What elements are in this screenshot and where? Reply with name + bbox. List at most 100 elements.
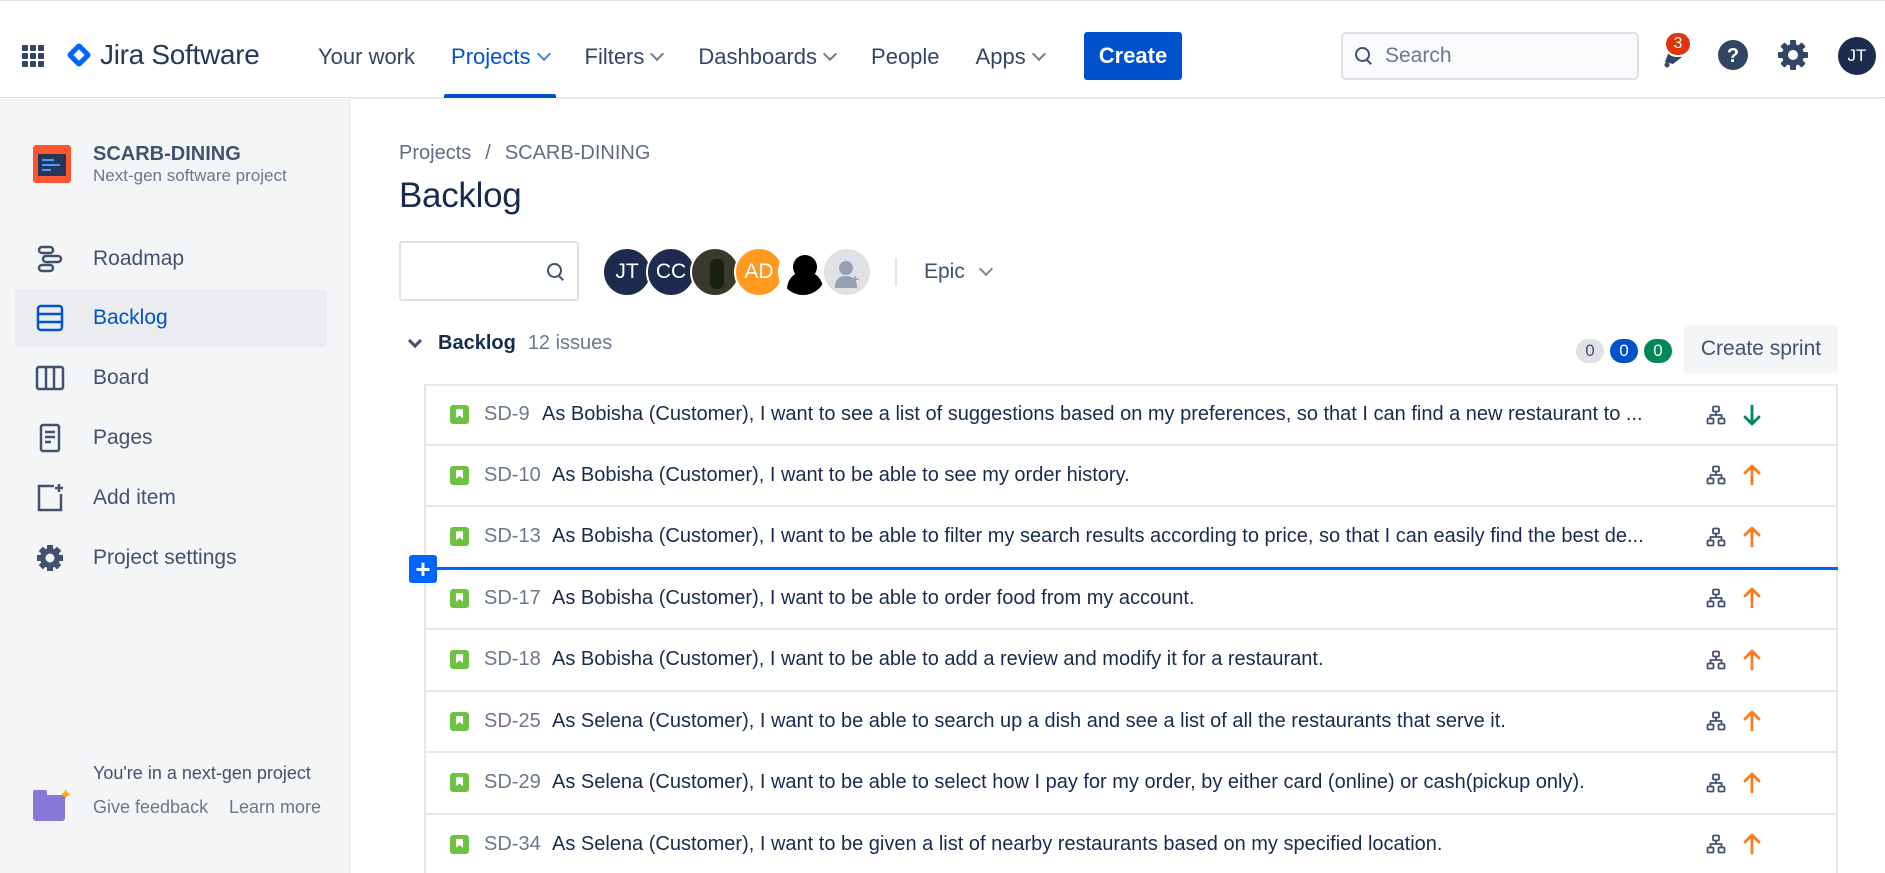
- issue-key[interactable]: SD-25: [484, 710, 541, 733]
- sidebar-item-backlog[interactable]: Backlog: [15, 289, 327, 347]
- priority-low-icon: [1742, 404, 1762, 426]
- top-navigation: Jira Software Your work Projects Filters…: [0, 0, 1885, 98]
- nav-filters[interactable]: Filters: [567, 31, 681, 83]
- sidebar-item-project-settings[interactable]: Project settings: [15, 529, 327, 587]
- roadmap-icon: [34, 243, 66, 275]
- search-input[interactable]: [1385, 44, 1605, 68]
- create-issue-plus-icon[interactable]: +: [409, 555, 437, 583]
- epic-filter-dropdown[interactable]: Epic: [912, 252, 1003, 292]
- issue-summary[interactable]: As Selena (Customer), I want to be able …: [552, 710, 1688, 733]
- chevron-down-icon: [978, 261, 993, 277]
- story-icon: [450, 405, 469, 425]
- nav-projects[interactable]: Projects: [433, 31, 566, 83]
- hierarchy-icon[interactable]: [1706, 405, 1726, 425]
- hierarchy-icon[interactable]: [1706, 465, 1726, 485]
- issue-row[interactable]: SD-29 As Selena (Customer), I want to be …: [424, 753, 1838, 815]
- hierarchy-icon[interactable]: [1706, 527, 1726, 547]
- create-sprint-button[interactable]: Create sprint: [1684, 325, 1838, 373]
- story-icon: [450, 711, 469, 731]
- avatar[interactable]: JT: [602, 247, 652, 297]
- user-avatar[interactable]: JT: [1838, 37, 1876, 75]
- sidebar-item-board[interactable]: Board: [15, 349, 327, 407]
- story-icon: [450, 588, 469, 608]
- chevron-down-icon: [536, 46, 551, 62]
- issue-summary[interactable]: As Bobisha (Customer), I want to be able…: [552, 648, 1688, 671]
- sidebar-item-label: Add item: [93, 486, 176, 509]
- sidebar-item-label: Roadmap: [93, 247, 185, 270]
- backlog-title: Backlog: [438, 332, 516, 354]
- help-icon[interactable]: ?: [1717, 39, 1749, 71]
- issue-key[interactable]: SD-10: [484, 464, 541, 487]
- nav-dashboards[interactable]: Dashboards: [680, 31, 853, 83]
- hierarchy-icon[interactable]: [1706, 773, 1726, 793]
- backlog-icon: [34, 302, 66, 334]
- issue-summary[interactable]: As Selena (Customer), I want to be able …: [552, 771, 1688, 794]
- issue-summary[interactable]: As Bobisha (Customer), I want to be able…: [552, 525, 1688, 548]
- issue-row[interactable]: SD-9 As Bobisha (Customer), I want to see…: [424, 384, 1838, 446]
- backlog-header[interactable]: Backlog 12 issues: [407, 332, 612, 355]
- hierarchy-icon[interactable]: [1706, 834, 1726, 854]
- board-icon: [34, 362, 66, 394]
- project-avatar-icon[interactable]: [33, 145, 71, 183]
- issue-summary[interactable]: As Bobisha (Customer), I want to be able…: [552, 587, 1688, 610]
- search-icon: [1355, 47, 1373, 65]
- issue-summary[interactable]: As Selena (Customer), I want to be given…: [552, 833, 1688, 856]
- avatar[interactable]: CC: [646, 247, 696, 297]
- jira-logo[interactable]: Jira Software: [66, 39, 260, 71]
- nav-people[interactable]: People: [853, 31, 958, 83]
- issue-row[interactable]: SD-18 As Bobisha (Customer), I want to be…: [424, 630, 1838, 692]
- avatar-photo[interactable]: [690, 247, 740, 297]
- sidebar-item-pages[interactable]: Pages: [15, 409, 327, 467]
- issue-key[interactable]: SD-13: [484, 525, 541, 548]
- sidebar-item-label: Pages: [93, 426, 153, 449]
- nav-filters-label: Filters: [584, 44, 645, 69]
- hierarchy-icon[interactable]: [1706, 650, 1726, 670]
- hierarchy-icon[interactable]: [1706, 711, 1726, 731]
- issue-key[interactable]: SD-29: [484, 771, 541, 794]
- sidebar-item-add-item[interactable]: Add item: [15, 469, 327, 527]
- sidebar-item-label: Project settings: [93, 546, 237, 569]
- nav-apps[interactable]: Apps: [958, 31, 1062, 83]
- settings-gear-icon: [34, 542, 66, 574]
- drop-indicator-line: [424, 567, 1838, 570]
- project-type: Next-gen software project: [93, 166, 287, 185]
- issue-row[interactable]: SD-10 As Bobisha (Customer), I want to be…: [424, 445, 1838, 507]
- priority-high-icon: [1742, 710, 1762, 732]
- learn-more-link[interactable]: Learn more: [229, 797, 321, 818]
- priority-high-icon: [1742, 464, 1762, 486]
- issue-key[interactable]: SD-9: [484, 403, 530, 426]
- nav-dashboards-label: Dashboards: [698, 44, 818, 69]
- issue-key[interactable]: SD-34: [484, 833, 541, 856]
- nav-your-work[interactable]: Your work: [300, 31, 433, 83]
- logo-text: Jira Software: [100, 39, 260, 70]
- story-icon: [450, 527, 469, 547]
- priority-high-icon: [1742, 587, 1762, 609]
- add-item-icon: [34, 482, 66, 514]
- issue-key[interactable]: SD-18: [484, 648, 541, 671]
- add-person-icon[interactable]: +: [822, 247, 872, 297]
- settings-gear-icon[interactable]: [1777, 39, 1809, 71]
- epic-label: Epic: [924, 260, 965, 283]
- issue-row[interactable]: SD-34 As Selena (Customer), I want to be …: [424, 814, 1838, 873]
- global-search[interactable]: [1341, 32, 1639, 80]
- sidebar-item-roadmap[interactable]: Roadmap: [15, 230, 327, 288]
- issue-summary[interactable]: As Bobisha (Customer), I want to be able…: [552, 464, 1688, 487]
- sidebar-item-label: Backlog: [93, 306, 168, 329]
- issue-row[interactable]: SD-17 As Bobisha (Customer), I want to be…: [424, 568, 1838, 630]
- chevron-down-icon[interactable]: [407, 333, 423, 348]
- create-button[interactable]: Create: [1084, 32, 1182, 80]
- search-icon: [547, 263, 565, 281]
- backlog-search-input[interactable]: [399, 241, 579, 301]
- issue-row[interactable]: SD-25 As Selena (Customer), I want to be …: [424, 691, 1838, 753]
- breadcrumb-separator: /: [485, 142, 491, 164]
- issue-row[interactable]: SD-13 As Bobisha (Customer), I want to be…: [424, 507, 1838, 569]
- breadcrumb-project[interactable]: SCARB-DINING: [505, 142, 651, 165]
- avatar-silhouette[interactable]: [778, 247, 828, 297]
- avatar[interactable]: AD: [734, 247, 784, 297]
- issue-summary[interactable]: As Bobisha (Customer), I want to see a l…: [542, 403, 1688, 426]
- give-feedback-link[interactable]: Give feedback: [93, 797, 208, 818]
- breadcrumb-projects[interactable]: Projects: [399, 142, 471, 165]
- issue-key[interactable]: SD-17: [484, 587, 541, 610]
- app-switcher-icon[interactable]: [22, 45, 44, 67]
- hierarchy-icon[interactable]: [1706, 588, 1726, 608]
